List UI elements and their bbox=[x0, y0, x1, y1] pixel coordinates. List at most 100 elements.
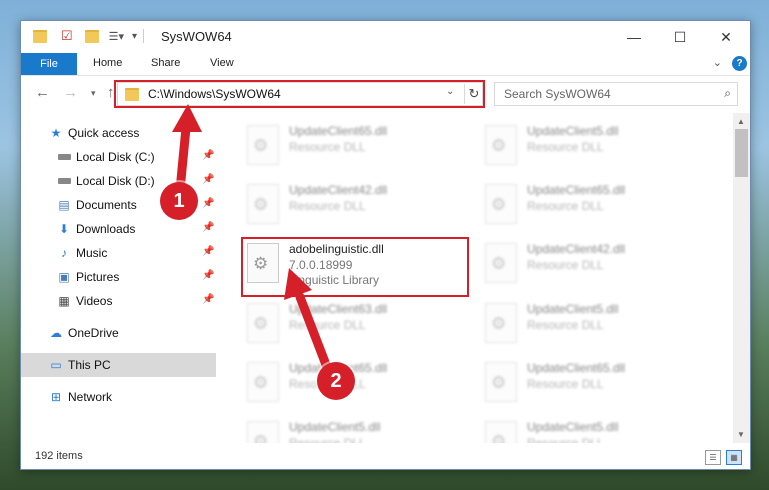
sidebar-item-label: Downloads bbox=[76, 222, 136, 236]
cloud-icon: ☁ bbox=[50, 326, 62, 340]
item-count: 192 items bbox=[35, 450, 83, 462]
scroll-up-icon[interactable]: ▲ bbox=[737, 117, 745, 126]
file-type: Resource DLL bbox=[527, 199, 604, 213]
status-bar: 192 items ☰ ▦ bbox=[21, 445, 750, 469]
sidebar-item-onedrive[interactable]: ☁ OneDrive bbox=[21, 321, 216, 345]
expand-ribbon-icon[interactable]: ⌄ bbox=[713, 56, 722, 69]
file-type: Resource DLL bbox=[527, 436, 604, 443]
sidebar-item-local-disk-c[interactable]: Local Disk (C:) 📌 bbox=[21, 145, 216, 169]
sidebar-item-pictures[interactable]: ▣ Pictures 📌 bbox=[21, 265, 216, 289]
pin-icon[interactable]: 📌 bbox=[202, 294, 214, 305]
file-item[interactable]: UpdateClient65.dll Resource DLL bbox=[477, 180, 707, 230]
title-bar: ☑ ☰▾ ▾ SysWOW64 — ☐ ✕ bbox=[21, 21, 750, 53]
file-type: Resource DLL bbox=[527, 318, 604, 332]
window-title: SysWOW64 bbox=[161, 29, 232, 44]
customize-toolbar-icon[interactable]: ☰▾ bbox=[109, 30, 124, 43]
pin-icon[interactable]: 📌 bbox=[202, 222, 214, 233]
callout-badge-1: 1 bbox=[160, 182, 198, 220]
minimize-button[interactable]: — bbox=[611, 21, 657, 53]
help-icon[interactable]: ? bbox=[732, 56, 747, 71]
sidebar-item-downloads[interactable]: ⬇ Downloads 📌 bbox=[21, 217, 216, 241]
dll-file-icon bbox=[247, 303, 279, 343]
file-type: Resource DLL bbox=[289, 436, 366, 443]
details-view-icon[interactable]: ☰ bbox=[705, 450, 721, 465]
dll-file-icon bbox=[485, 303, 517, 343]
recent-locations-icon[interactable]: ▾ bbox=[91, 88, 96, 99]
dll-file-icon bbox=[485, 362, 517, 402]
dll-file-icon bbox=[485, 243, 517, 283]
file-type: Resource DLL bbox=[289, 318, 366, 332]
documents-icon: ▤ bbox=[58, 198, 70, 212]
file-item[interactable]: UpdateClient5.dll Resource DLL bbox=[477, 417, 707, 443]
maximize-button[interactable]: ☐ bbox=[657, 21, 703, 53]
search-input[interactable]: Search SysWOW64 ⌕ bbox=[494, 82, 738, 106]
dll-file-icon bbox=[247, 125, 279, 165]
file-item[interactable]: UpdateClient65.dll Resource DLL bbox=[477, 358, 707, 408]
file-item[interactable]: UpdateClient63.dll Resource DLL bbox=[239, 299, 469, 349]
pin-icon[interactable]: 📌 bbox=[202, 270, 214, 281]
sidebar-item-videos[interactable]: ▦ Videos 📌 bbox=[21, 289, 216, 313]
file-item[interactable]: UpdateClient5.dll Resource DLL bbox=[477, 299, 707, 349]
sidebar-item-this-pc[interactable]: ▭ This PC bbox=[21, 353, 216, 377]
vertical-scrollbar[interactable]: ▲ ▼ bbox=[733, 113, 750, 443]
sidebar-item-label: Local Disk (D:) bbox=[76, 174, 155, 188]
file-item[interactable]: UpdateClient42.dll Resource DLL bbox=[477, 239, 707, 289]
address-highlight-box bbox=[114, 80, 485, 108]
scrollbar-thumb[interactable] bbox=[735, 129, 748, 177]
sidebar-item-label: Music bbox=[76, 246, 108, 260]
properties-icon[interactable]: ☑ bbox=[61, 28, 73, 44]
dll-file-icon bbox=[247, 362, 279, 402]
tab-share[interactable]: Share bbox=[151, 57, 180, 69]
sidebar-item-label: Quick access bbox=[68, 126, 140, 140]
file-type: Resource DLL bbox=[289, 199, 366, 213]
file-name: UpdateClient42.dll bbox=[289, 183, 388, 197]
drive-icon bbox=[57, 150, 71, 164]
dll-file-icon bbox=[485, 421, 517, 443]
file-item[interactable]: UpdateClient5.dll Resource DLL bbox=[239, 417, 469, 443]
sidebar-item-label: Network bbox=[68, 390, 113, 404]
folder-icon[interactable] bbox=[33, 29, 47, 43]
sidebar-item-music[interactable]: ♪ Music 📌 bbox=[21, 241, 216, 265]
file-type: Resource DLL bbox=[527, 258, 604, 272]
callout-badge-2: 2 bbox=[317, 362, 355, 400]
new-folder-icon[interactable] bbox=[84, 29, 99, 43]
toolbar-dropdown-icon[interactable]: ▾ bbox=[132, 31, 137, 42]
sidebar-item-quick-access[interactable]: ★ Quick access bbox=[21, 121, 216, 145]
search-icon[interactable]: ⌕ bbox=[724, 86, 731, 101]
file-item[interactable]: UpdateClient65.dll Resource DLL bbox=[239, 121, 469, 171]
pin-icon[interactable]: 📌 bbox=[202, 150, 214, 161]
pin-icon[interactable]: 📌 bbox=[202, 198, 214, 209]
navigation-pane: ★ Quick access Local Disk (C:) 📌 Local D… bbox=[21, 113, 216, 443]
dll-file-icon bbox=[247, 421, 279, 443]
file-name: UpdateClient63.dll bbox=[289, 302, 388, 316]
tab-view[interactable]: View bbox=[210, 57, 234, 69]
tab-file[interactable]: File bbox=[21, 53, 77, 75]
file-name: UpdateClient5.dll bbox=[527, 420, 619, 434]
back-arrow-icon[interactable]: ← bbox=[35, 84, 50, 101]
videos-icon: ▦ bbox=[58, 294, 70, 308]
file-type: Resource DLL bbox=[527, 140, 604, 154]
sidebar-item-label: Local Disk (C:) bbox=[76, 150, 155, 164]
sidebar-item-label: Videos bbox=[76, 294, 113, 308]
file-name: UpdateClient65.dll bbox=[527, 183, 626, 197]
tab-home[interactable]: Home bbox=[93, 57, 122, 69]
scroll-down-icon[interactable]: ▼ bbox=[737, 430, 745, 439]
file-name: UpdateClient65.dll bbox=[289, 124, 388, 138]
music-icon: ♪ bbox=[61, 246, 67, 260]
sidebar-item-network[interactable]: ⊞ Network bbox=[21, 385, 216, 409]
drive-icon bbox=[57, 174, 71, 188]
file-highlight-box bbox=[241, 237, 469, 297]
pin-icon[interactable]: 📌 bbox=[202, 174, 214, 185]
file-type: Resource DLL bbox=[527, 377, 604, 391]
file-item[interactable]: UpdateClient42.dll Resource DLL bbox=[239, 180, 469, 230]
file-name: UpdateClient42.dll bbox=[527, 242, 626, 256]
close-button[interactable]: ✕ bbox=[703, 21, 749, 53]
forward-arrow-icon[interactable]: → bbox=[63, 84, 78, 101]
file-name: UpdateClient5.dll bbox=[527, 124, 619, 138]
pin-icon[interactable]: 📌 bbox=[202, 246, 214, 257]
toolbar-divider bbox=[143, 29, 145, 43]
sidebar-item-label: This PC bbox=[68, 358, 111, 372]
file-item[interactable]: UpdateClient5.dll Resource DLL bbox=[477, 121, 707, 171]
file-name: UpdateClient5.dll bbox=[527, 302, 619, 316]
tiles-view-icon[interactable]: ▦ bbox=[726, 450, 742, 465]
